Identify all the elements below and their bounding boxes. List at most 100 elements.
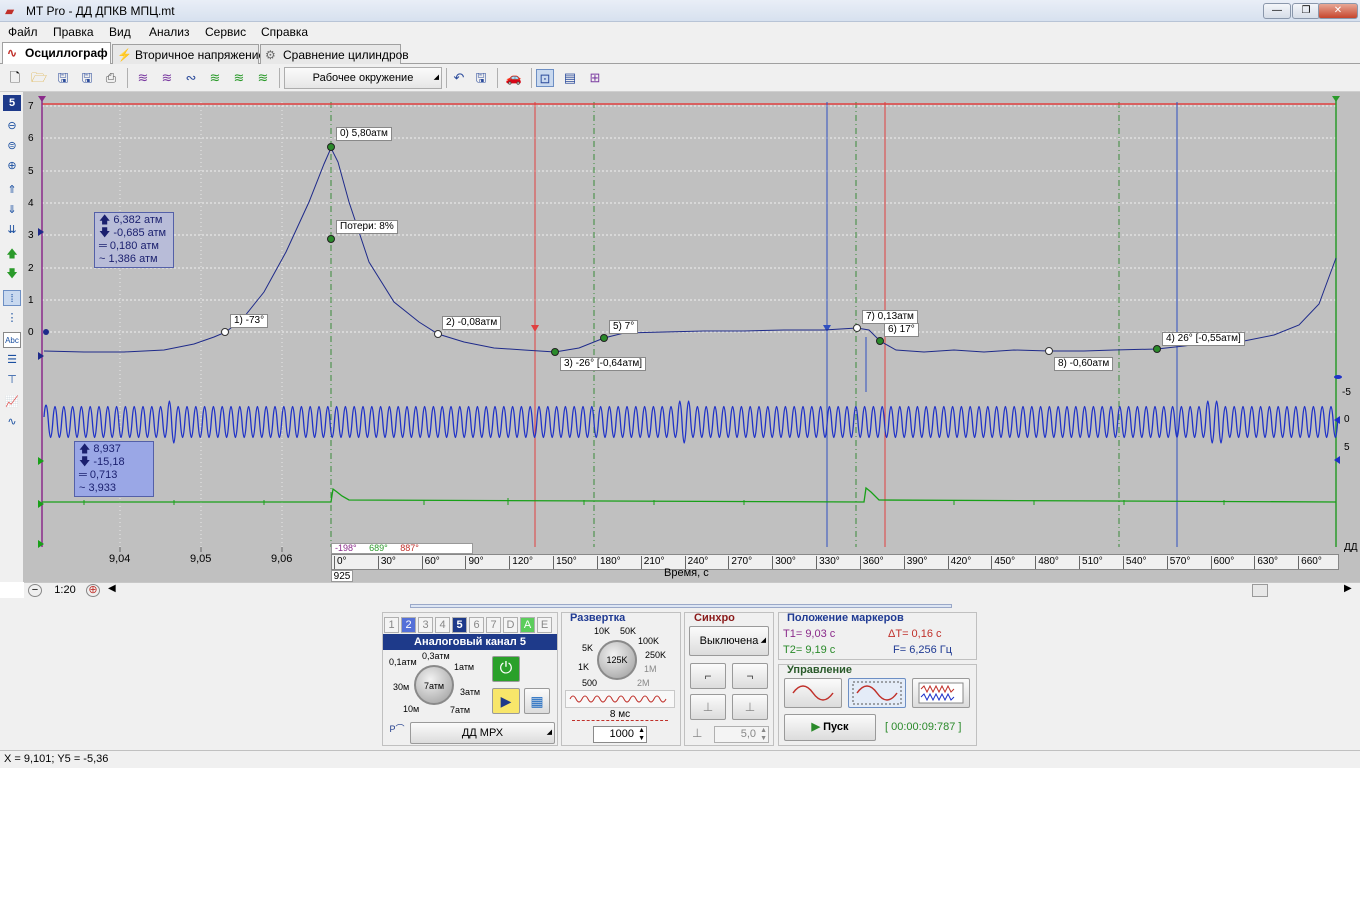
scroll-thumb[interactable] xyxy=(1252,584,1268,597)
sync-option-button[interactable]: ⊥ xyxy=(690,694,726,720)
waves-check-icon[interactable]: ≋ xyxy=(206,69,224,87)
zoom-out-icon[interactable]: − xyxy=(28,584,42,597)
menu-file[interactable]: Файл xyxy=(8,25,38,39)
sensor-dropdown[interactable]: ДД МРХ ◢ xyxy=(410,722,555,744)
grid-view-icon[interactable]: ▤ xyxy=(561,69,579,87)
shift-down-icon[interactable]: ⇓ xyxy=(3,202,21,218)
zoom-in-icon[interactable]: ⊕ xyxy=(86,584,100,597)
rising-edge-button[interactable]: ⌐ xyxy=(690,663,726,689)
tab-oscilloscope[interactable]: ∿ Осциллограф xyxy=(2,42,111,65)
rpm-value: 925 xyxy=(331,570,353,582)
single-wave-button[interactable] xyxy=(784,678,842,708)
scroll-right-icon[interactable]: ▶ xyxy=(1344,583,1352,594)
channel-tab-e[interactable]: E xyxy=(537,617,552,633)
marker-label[interactable]: 6) 17° xyxy=(884,323,919,337)
menu-view[interactable]: Вид xyxy=(109,25,131,39)
channel-tab-4[interactable]: 4 xyxy=(435,617,450,633)
scroll-left-icon[interactable]: ◀ xyxy=(108,583,116,594)
zoom-out-icon[interactable]: ⊖ xyxy=(3,118,21,134)
channel-tab-a[interactable]: A xyxy=(520,617,535,633)
marker-label[interactable]: 8) -0,60атм xyxy=(1054,357,1114,371)
cursor-pair-icon[interactable]: ⋮ xyxy=(3,310,21,326)
multi-wave-button[interactable] xyxy=(912,678,970,708)
continuous-wave-button[interactable] xyxy=(848,678,906,708)
oscilloscope-plot[interactable]: 7 6 5 4 3 2 1 0 -5 0 5 🡅 6,382 атм 🡇 -0,… xyxy=(24,92,1360,582)
shift-bottom-icon[interactable]: ⇊ xyxy=(3,222,21,238)
plot-canvas[interactable]: 7 6 5 4 3 2 1 0 -5 0 5 xyxy=(24,92,1360,582)
menu-help[interactable]: Справка xyxy=(261,25,308,39)
print-icon[interactable]: ⎙ xyxy=(102,69,120,87)
marker-label[interactable]: Потери: 8% xyxy=(336,220,398,234)
stat-min: 🡇 -15,18 xyxy=(79,456,149,469)
save-icon[interactable]: 🖫 xyxy=(54,69,72,87)
table-icon[interactable]: ☰ xyxy=(3,352,21,368)
menu-service[interactable]: Сервис xyxy=(205,25,246,39)
channel-tab-d[interactable]: D xyxy=(503,617,518,633)
menu-analysis[interactable]: Анализ xyxy=(149,25,190,39)
channel-tab-6[interactable]: 6 xyxy=(469,617,484,633)
waves-add-icon[interactable]: ≋ xyxy=(230,69,248,87)
cursor-mode-icon[interactable]: ⊡ xyxy=(536,69,554,87)
sync-option-button[interactable]: ⊥ xyxy=(732,694,768,720)
max-icon: 🡅 xyxy=(79,443,91,455)
maximize-button[interactable]: ❐ xyxy=(1292,3,1320,19)
arrow-up-icon[interactable]: 🡅 xyxy=(3,246,21,262)
marker-label[interactable]: 4) 26° [-0,55атм] xyxy=(1162,332,1245,346)
time-scale-line xyxy=(572,720,668,721)
open-folder-icon[interactable]: 🗁 xyxy=(30,69,48,87)
shift-up-icon[interactable]: ⇑ xyxy=(3,182,21,198)
start-label: Пуск xyxy=(823,721,849,733)
channel-tab-3[interactable]: 3 xyxy=(418,617,433,633)
tab-secondary-voltage[interactable]: ⚡ Вторичное напряжение xyxy=(112,44,265,64)
angle-ruler: 0° 30° 60° 90° 120° 150° 180° 210° 240° 270° 300° 3… xyxy=(331,554,1339,570)
save-env-icon[interactable]: 🖫 xyxy=(472,69,490,87)
tab-cylinder-compare[interactable]: ⚙ Сравнение цилиндров xyxy=(260,44,409,64)
falling-edge-button[interactable]: ¬ xyxy=(732,663,768,689)
environment-dropdown[interactable]: Рабочее окружение ◢ xyxy=(284,67,442,89)
waves-cross-icon[interactable]: ≋ xyxy=(158,69,176,87)
calculator-icon[interactable]: ▦ xyxy=(524,688,550,714)
zoom-reset-icon[interactable]: ⊜ xyxy=(3,138,21,154)
start-button[interactable]: ▶ Пуск xyxy=(784,714,876,741)
active-channel-badge[interactable]: 5 xyxy=(3,95,21,111)
spinner-arrows-icon[interactable]: ▲ ▼ xyxy=(638,727,645,743)
marker-label[interactable]: 2) -0,08атм xyxy=(442,316,502,330)
marker-label[interactable]: 5) 7° xyxy=(609,320,639,334)
sync-mode-dropdown[interactable]: Выключена ◢ xyxy=(689,626,769,656)
spinner-arrows-icon[interactable]: ▲ ▼ xyxy=(760,727,767,743)
chart-icon[interactable]: 📈 xyxy=(3,394,21,410)
marker-label[interactable]: 7) 0,13атм xyxy=(862,310,918,324)
marker-label[interactable]: 0) 5,80атм xyxy=(336,127,392,141)
vertical-cursor-icon[interactable]: ⁞ xyxy=(3,290,21,306)
channel-tab-7[interactable]: 7 xyxy=(486,617,501,633)
horizontal-scrollbar[interactable]: − 1:20 ⊕ ◀ ▶ xyxy=(24,582,1360,598)
text-tool-icon[interactable]: Abc xyxy=(3,332,21,348)
power-button[interactable]: ⏻ xyxy=(492,656,520,682)
play-channel-button[interactable]: ▶ xyxy=(492,688,520,714)
waves-link-icon[interactable]: ∾ xyxy=(182,69,200,87)
waves-icon[interactable]: ≋ xyxy=(134,69,152,87)
save-as-icon[interactable]: 🖫 xyxy=(78,69,96,87)
arrow-down-icon[interactable]: 🡇 xyxy=(3,266,21,282)
channel-tab-5[interactable]: 5 xyxy=(452,617,467,633)
channel-tab-2[interactable]: 2 xyxy=(401,617,416,633)
waveform-icon[interactable]: ∿ xyxy=(3,414,21,430)
split-view-icon[interactable]: ⊞ xyxy=(586,69,604,87)
waves-ok-icon[interactable]: ≋ xyxy=(254,69,272,87)
car-icon[interactable]: 🚗 xyxy=(505,69,523,87)
menu-edit[interactable]: Правка xyxy=(53,25,94,39)
new-file-icon[interactable]: 🗋 xyxy=(6,69,24,87)
stat-avg: ═ 0,180 атм xyxy=(99,240,169,253)
minimize-button[interactable]: — xyxy=(1263,3,1291,19)
marker-label[interactable]: 1) -73° xyxy=(230,314,269,328)
close-button[interactable]: ✕ xyxy=(1318,3,1358,19)
angle-tick: 90° xyxy=(465,556,484,569)
undo-icon[interactable]: ↶ xyxy=(450,69,468,87)
panel-splitter[interactable] xyxy=(410,604,952,608)
marker-label[interactable]: 3) -26° [-0,64атм] xyxy=(560,357,647,371)
sync-level-spinner[interactable]: 5,0 ▲ ▼ xyxy=(714,726,769,743)
channel-tab-1[interactable]: 1 xyxy=(384,617,399,633)
measure-icon[interactable]: ⊤ xyxy=(3,372,21,388)
zoom-in-icon[interactable]: ⊕ xyxy=(3,158,21,174)
points-spinner[interactable]: 1000 ▲ ▼ xyxy=(593,726,647,743)
